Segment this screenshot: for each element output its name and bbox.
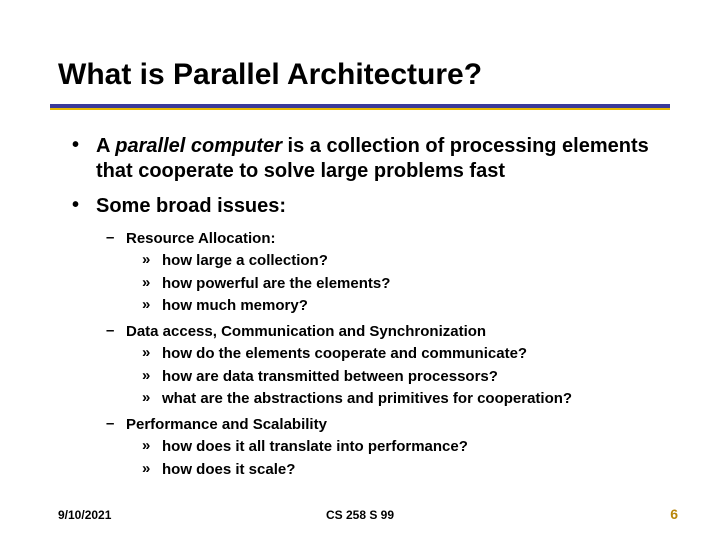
raquo-marker: » <box>142 437 162 457</box>
bullet-level3: » how are data transmitted between proce… <box>142 367 660 387</box>
raquo-marker: » <box>142 460 162 480</box>
footer-course: CS 258 S 99 <box>0 508 720 522</box>
bullet-level2: – Performance and Scalability <box>106 415 660 435</box>
bullet-text: how does it scale? <box>162 460 295 480</box>
footer-page-number: 6 <box>670 506 678 522</box>
raquo-marker: » <box>142 296 162 316</box>
bullet-level3: » how does it scale? <box>142 460 660 480</box>
raquo-marker: » <box>142 389 162 409</box>
bullet-text: how are data transmitted between process… <box>162 367 498 387</box>
bullet-marker: • <box>72 194 96 219</box>
bullet-level2: – Resource Allocation: <box>106 229 660 249</box>
bullet-level3: » how does it all translate into perform… <box>142 437 660 457</box>
raquo-marker: » <box>142 367 162 387</box>
bullet-level3: » how do the elements cooperate and comm… <box>142 344 660 364</box>
bullet-text: how large a collection? <box>162 251 328 271</box>
bullet-level1: • Some broad issues: <box>72 194 660 219</box>
text-pre: A <box>96 135 115 157</box>
bullet-text: what are the abstractions and primitives… <box>162 389 572 409</box>
bullet-text: A parallel computer is a collection of p… <box>96 134 660 184</box>
bullet-level3: » how much memory? <box>142 296 660 316</box>
raquo-marker: » <box>142 344 162 364</box>
bullet-marker: • <box>72 134 96 184</box>
bullet-text: Performance and Scalability <box>126 415 327 435</box>
bullet-text: how does it all translate into performan… <box>162 437 468 457</box>
title-rule-accent <box>50 108 670 110</box>
bullet-text: how much memory? <box>162 296 308 316</box>
slide: What is Parallel Architecture? • A paral… <box>0 0 720 540</box>
slide-body: • A parallel computer is a collection of… <box>72 134 660 482</box>
bullet-text: Resource Allocation: <box>126 229 275 249</box>
bullet-level3: » how powerful are the elements? <box>142 274 660 294</box>
bullet-text: how powerful are the elements? <box>162 274 390 294</box>
bullet-text: how do the elements cooperate and commun… <box>162 344 527 364</box>
bullet-text: Some broad issues: <box>96 194 286 219</box>
text-em: parallel computer <box>115 135 282 157</box>
dash-marker: – <box>106 322 126 342</box>
dash-marker: – <box>106 415 126 435</box>
dash-marker: – <box>106 229 126 249</box>
raquo-marker: » <box>142 274 162 294</box>
bullet-level3: » what are the abstractions and primitiv… <box>142 389 660 409</box>
slide-title: What is Parallel Architecture? <box>58 58 482 92</box>
bullet-text: Data access, Communication and Synchroni… <box>126 322 486 342</box>
bullet-level2: – Data access, Communication and Synchro… <box>106 322 660 342</box>
bullet-level3: » how large a collection? <box>142 251 660 271</box>
bullet-level1: • A parallel computer is a collection of… <box>72 134 660 184</box>
raquo-marker: » <box>142 251 162 271</box>
